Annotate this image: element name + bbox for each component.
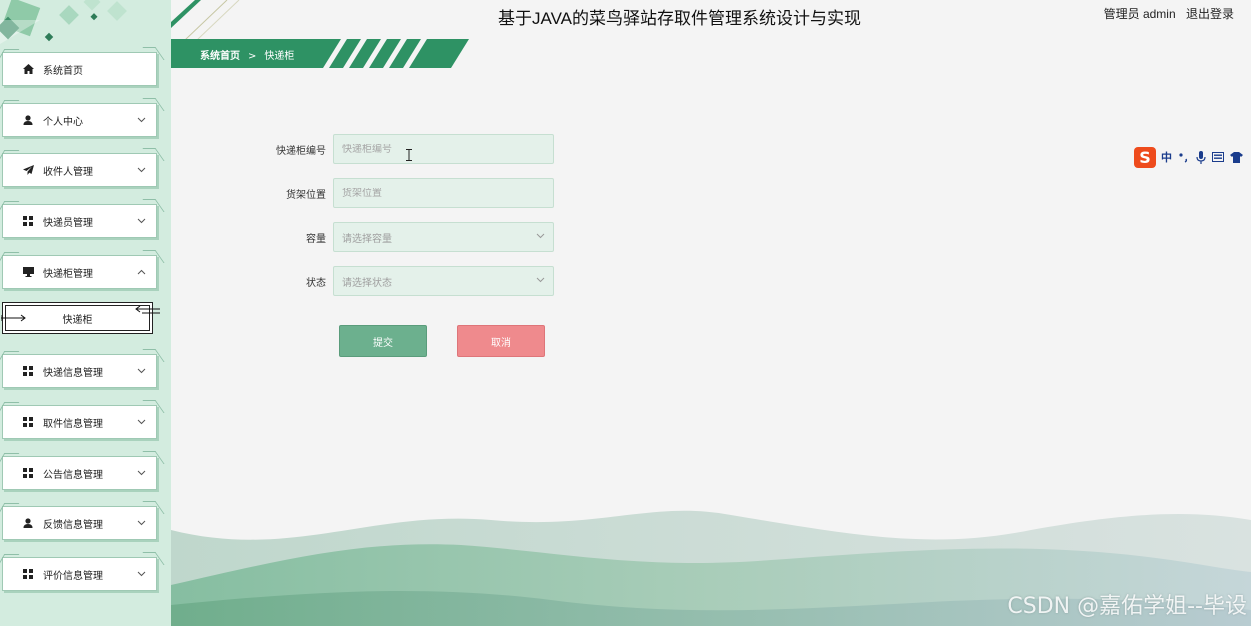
sidebar-item-label: 取件信息管理 — [43, 418, 103, 430]
sidebar-item-label: 快递信息管理 — [43, 367, 103, 379]
home-icon — [22, 63, 34, 75]
ime-toolbar[interactable]: S 中 — [1134, 146, 1251, 168]
capacity-placeholder: 请选择容量 — [342, 233, 392, 245]
skin-shirt-icon[interactable] — [1230, 151, 1243, 163]
breadcrumb-separator: > — [248, 51, 257, 62]
sidebar-item-label: 收件人管理 — [43, 166, 93, 178]
current-user: 管理员 admin — [1103, 7, 1176, 21]
logout-button[interactable]: 退出登录 — [1186, 7, 1234, 21]
chevron-down-icon — [137, 418, 146, 427]
arrow-left-icon — [135, 306, 160, 314]
text-cursor-icon — [406, 149, 412, 161]
shelf-location-label: 货架位置 — [286, 189, 326, 201]
keyboard-icon[interactable] — [1212, 152, 1224, 162]
cabinet-no-label: 快递柜编号 — [276, 145, 326, 157]
grid-icon — [22, 568, 34, 580]
person-icon — [22, 517, 34, 529]
sidebar-item-label: 快递员管理 — [43, 217, 93, 229]
sidebar-item-review-info[interactable]: 评价信息管理 — [2, 557, 157, 591]
grid-icon — [22, 365, 34, 377]
cabinet-no-input[interactable] — [342, 143, 553, 155]
cabinet-no-field[interactable] — [333, 134, 554, 164]
chevron-down-icon — [137, 116, 146, 125]
sidebar-item-notice-info[interactable]: 公告信息管理 — [2, 456, 157, 490]
grid-icon — [22, 416, 34, 428]
sidebar-item-pickup-info[interactable]: 取件信息管理 — [2, 405, 157, 439]
sidebar-item-label: 系统首页 — [43, 65, 83, 77]
submit-button[interactable]: 提交 — [339, 325, 427, 357]
sidebar: 系统首页 个人中心 收件人管理 快递员管理 快递柜管理 快递柜 快递信息管理 取… — [0, 0, 171, 626]
breadcrumb-current: 快递柜 — [264, 51, 295, 62]
person-icon — [22, 114, 34, 126]
form-row-cabinet-no: 快递柜编号 — [230, 134, 554, 164]
sidebar-item-label: 个人中心 — [43, 116, 83, 128]
ime-chinese-mode[interactable]: 中 — [1161, 149, 1172, 165]
chevron-down-icon — [536, 277, 545, 283]
punctuation-icon[interactable] — [1178, 151, 1190, 163]
chevron-down-icon — [137, 519, 146, 528]
sidebar-item-recipient[interactable]: 收件人管理 — [2, 153, 157, 187]
shelf-location-input[interactable] — [342, 187, 553, 199]
grid-icon — [22, 467, 34, 479]
sidebar-subitem-label: 快递柜 — [62, 314, 93, 326]
form-row-shelf-location: 货架位置 — [230, 178, 554, 208]
form-row-status: 状态 请选择状态 — [230, 266, 554, 296]
arrow-right-icon — [1, 314, 26, 322]
chevron-down-icon — [137, 217, 146, 226]
sogou-logo-icon[interactable]: S — [1134, 146, 1156, 168]
sidebar-item-express-info[interactable]: 快递信息管理 — [2, 354, 157, 388]
capacity-label: 容量 — [306, 233, 326, 245]
shelf-location-field[interactable] — [333, 178, 554, 208]
sidebar-item-personal-center[interactable]: 个人中心 — [2, 103, 157, 137]
status-select[interactable]: 请选择状态 — [333, 266, 554, 296]
chevron-down-icon — [536, 233, 545, 239]
chevron-up-icon — [137, 268, 146, 277]
grid-icon — [22, 215, 34, 227]
sidebar-subitem-cabinet[interactable]: 快递柜 — [1, 302, 160, 334]
status-placeholder: 请选择状态 — [342, 277, 392, 289]
microphone-icon[interactable] — [1196, 150, 1206, 164]
breadcrumb-home[interactable]: 系统首页 — [200, 51, 240, 62]
chevron-down-icon — [137, 469, 146, 478]
chevron-down-icon — [137, 570, 146, 579]
header-decoration — [171, 0, 240, 40]
form-row-capacity: 容量 请选择容量 — [230, 222, 554, 252]
sidebar-item-label: 公告信息管理 — [43, 469, 103, 481]
status-label: 状态 — [306, 277, 326, 289]
capacity-select[interactable]: 请选择容量 — [333, 222, 554, 252]
chevron-down-icon — [137, 367, 146, 376]
sidebar-item-courier[interactable]: 快递员管理 — [2, 204, 157, 238]
watermark: CSDN @嘉佑学姐--毕设 — [1007, 594, 1247, 619]
sidebar-item-feedback-info[interactable]: 反馈信息管理 — [2, 506, 157, 540]
sidebar-item-cabinet[interactable]: 快递柜管理 — [2, 255, 157, 289]
sidebar-item-label: 反馈信息管理 — [43, 519, 103, 531]
monitor-icon — [22, 266, 34, 278]
sidebar-item-label: 评价信息管理 — [43, 570, 103, 582]
user-info: 管理员 admin 退出登录 — [1104, 5, 1234, 22]
paper-plane-icon — [22, 164, 34, 176]
chevron-down-icon — [137, 166, 146, 175]
cancel-button[interactable]: 取消 — [457, 325, 545, 357]
sidebar-item-label: 快递柜管理 — [43, 268, 93, 280]
breadcrumb: 系统首页 > 快递柜 — [200, 47, 294, 62]
sidebar-item-home[interactable]: 系统首页 — [2, 52, 157, 86]
page-title: 基于JAVA的菜鸟驿站存取件管理系统设计与实现 — [498, 9, 861, 28]
